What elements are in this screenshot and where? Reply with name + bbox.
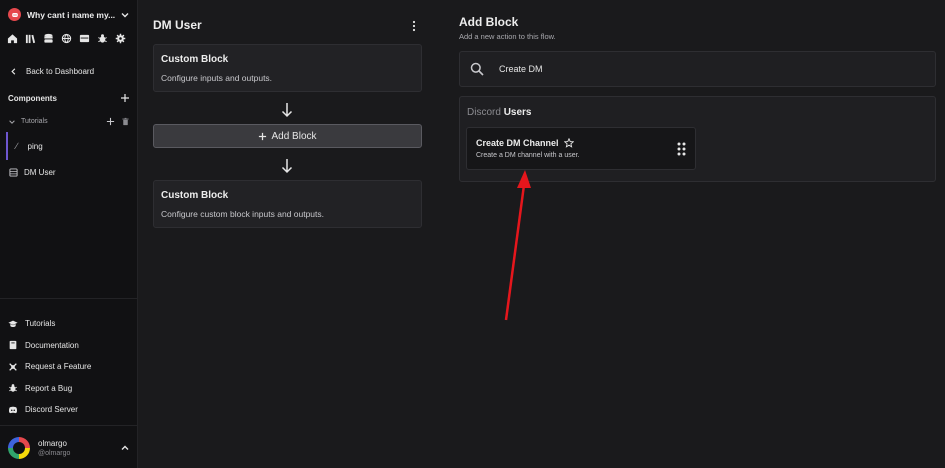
link-label: Report a Bug — [25, 383, 73, 393]
back-label: Back to Dashboard — [26, 67, 95, 76]
avatar — [8, 437, 30, 459]
result-card-create-dm-channel[interactable]: Create DM Channel Create a DM channel wi… — [466, 127, 696, 170]
search-results: Discord Users Create DM Channel Create a… — [459, 96, 936, 182]
layout-icon[interactable] — [79, 31, 90, 43]
home-icon[interactable] — [7, 31, 18, 44]
library-icon[interactable] — [25, 31, 36, 44]
sidebar-links: Tutorials Documentation Request a Featur… — [8, 313, 91, 421]
user-handle: @olmargo — [38, 450, 71, 457]
flow-title: DM User — [153, 18, 202, 32]
more-options-icon[interactable] — [410, 20, 418, 32]
result-description: Create a DM channel with a user. — [476, 152, 580, 159]
link-tutorials[interactable]: Tutorials — [8, 313, 91, 335]
category-prefix: Discord — [467, 107, 501, 118]
block-title: Custom Block — [161, 54, 229, 65]
category-heading: Discord Users — [467, 107, 532, 118]
add-block-label: Add Block — [271, 130, 317, 142]
arrow-down-icon — [281, 159, 293, 174]
block-description: Configure inputs and outputs. — [161, 73, 273, 83]
bug-icon[interactable] — [97, 31, 108, 43]
link-label: Tutorials — [25, 319, 56, 329]
plus-icon — [259, 132, 267, 140]
back-to-dashboard-link[interactable]: Back to Dashboard — [9, 67, 94, 76]
drag-handle-icon[interactable] — [677, 142, 686, 156]
components-label: Components — [8, 93, 57, 103]
server-name: Why cant i name my... — [27, 9, 116, 20]
folder-label: Tutorials — [21, 118, 48, 125]
plus-icon[interactable] — [106, 117, 115, 126]
sidebar-item-ping[interactable]: ∕ ping — [6, 132, 126, 160]
link-documentation[interactable]: Documentation — [8, 335, 91, 357]
slash-icon: ∕ — [16, 141, 18, 151]
result-title-row: Create DM Channel — [476, 138, 574, 148]
star-icon[interactable] — [563, 138, 574, 148]
link-discord-server[interactable]: Discord Server — [8, 399, 91, 421]
search-input[interactable] — [499, 64, 899, 74]
arrow-down-icon — [281, 103, 293, 118]
user-name: olmargo — [38, 439, 67, 448]
chevron-down-icon — [9, 119, 15, 124]
nav-icon-row — [7, 31, 126, 44]
globe-icon[interactable] — [61, 31, 72, 44]
database-icon[interactable] — [43, 31, 54, 43]
add-block-title: Add Block — [459, 15, 519, 29]
sidebar-divider — [0, 425, 138, 426]
flow-block[interactable]: Custom Block Configure custom block inpu… — [153, 180, 422, 228]
flow-block[interactable]: Custom Block Configure inputs and output… — [153, 44, 422, 92]
chevron-left-icon — [11, 68, 16, 75]
result-title: Create DM Channel — [476, 138, 559, 148]
link-label: Documentation — [25, 340, 79, 350]
discord-icon — [8, 406, 18, 413]
link-request-feature[interactable]: Request a Feature — [8, 356, 91, 378]
search-icon — [470, 62, 484, 76]
add-block-button[interactable]: Add Block — [153, 124, 422, 148]
sidebar-item-label: DM User — [24, 168, 56, 177]
chevron-down-icon — [121, 12, 129, 17]
sidebar-item-dm-user[interactable]: DM User — [9, 168, 56, 177]
link-report-bug[interactable]: Report a Bug — [8, 378, 91, 400]
server-selector[interactable]: Why cant i name my... — [8, 8, 130, 21]
sidebar-divider — [0, 298, 138, 299]
components-header: Components — [8, 93, 130, 103]
user-info: olmargo @olmargo — [38, 439, 120, 457]
sidebar: Why cant i name my... Back to Dashboard … — [0, 0, 138, 468]
block-description: Configure custom block inputs and output… — [161, 209, 325, 219]
block-icon — [9, 168, 18, 177]
add-block-subtitle: Add a new action to this flow. — [459, 32, 556, 41]
folder-tutorials[interactable]: Tutorials — [8, 117, 130, 126]
block-search[interactable] — [459, 51, 936, 87]
trash-icon[interactable] — [121, 117, 130, 126]
book-icon — [9, 341, 17, 350]
block-title: Custom Block — [161, 190, 229, 201]
plus-icon[interactable] — [120, 93, 130, 103]
sidebar-item-label: ping — [27, 141, 43, 151]
category-name: Users — [503, 107, 532, 118]
chevron-up-icon — [121, 445, 129, 450]
link-label: Discord Server — [25, 405, 78, 415]
bug-icon — [9, 384, 17, 392]
user-menu[interactable]: olmargo @olmargo — [8, 437, 130, 459]
discord-icon — [8, 8, 21, 21]
bug-feature-icon — [9, 362, 17, 371]
graduation-cap-icon — [8, 320, 18, 327]
link-label: Request a Feature — [25, 362, 92, 372]
settings-icon[interactable] — [115, 31, 126, 44]
